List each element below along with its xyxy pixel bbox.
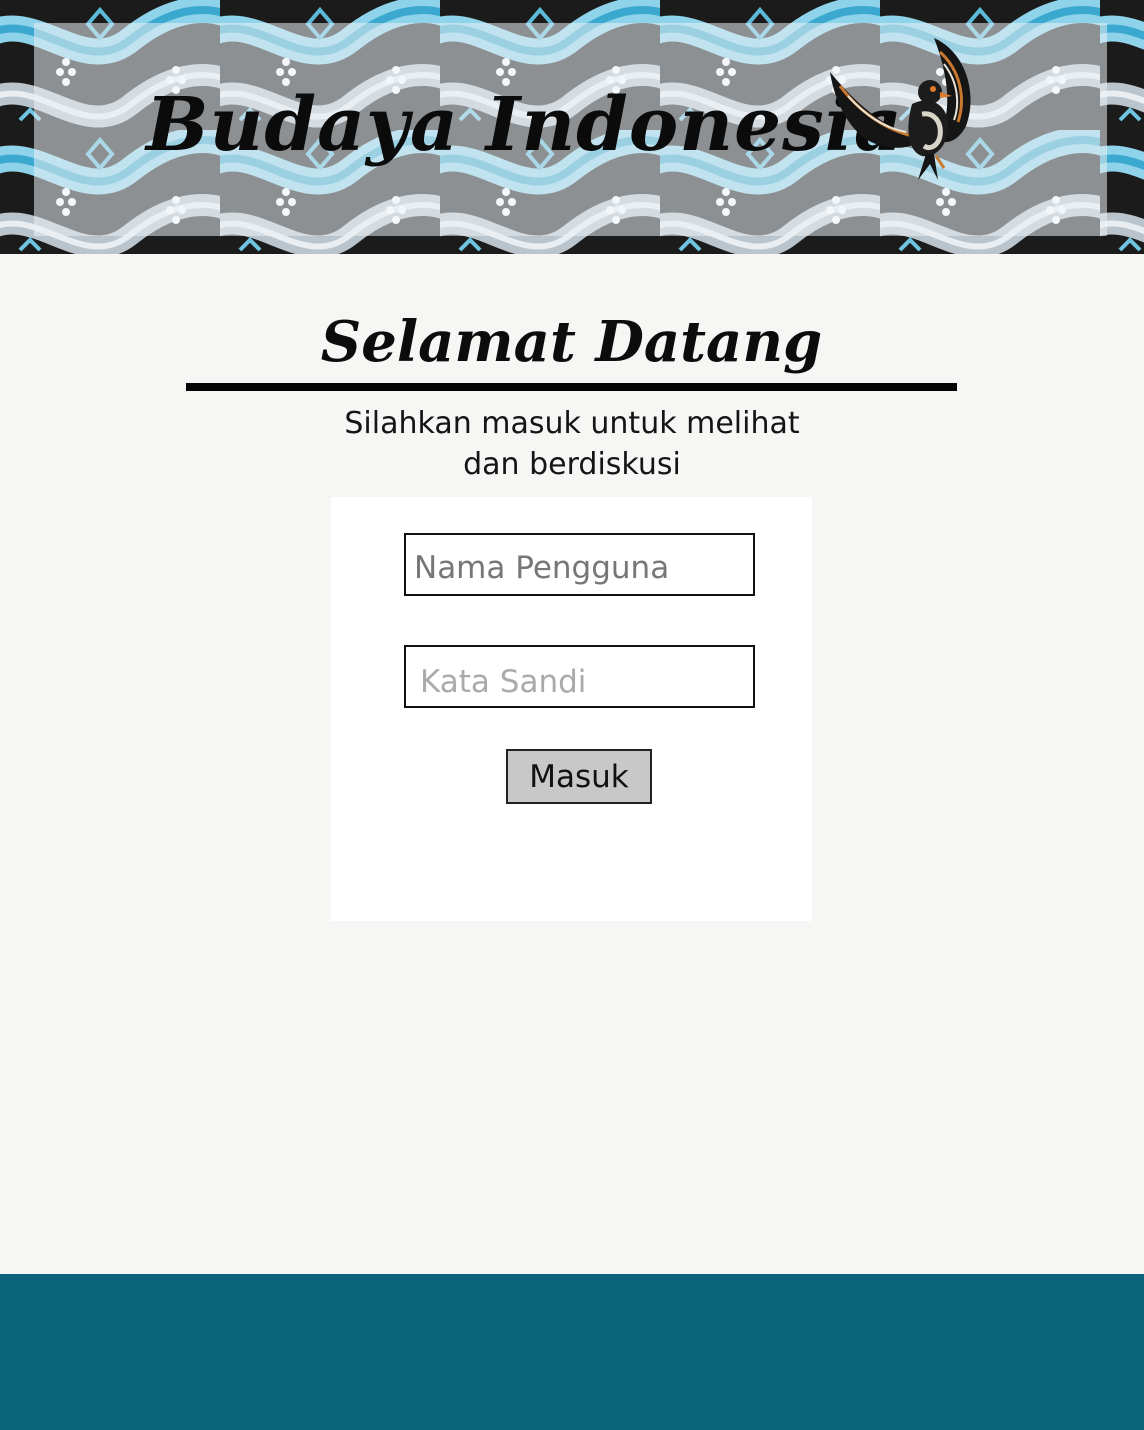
username-input[interactable] xyxy=(404,533,755,596)
heading-divider xyxy=(186,383,957,391)
welcome-heading: Selamat Datang xyxy=(320,309,823,375)
subtitle-line-1: Silahkan masuk untuk melihat xyxy=(344,406,800,441)
site-title: Budaya Indonesia xyxy=(146,82,903,168)
login-button[interactable]: Masuk xyxy=(506,749,652,804)
welcome-subtitle: Silahkan masuk untuk melihat dan berdisk… xyxy=(300,403,844,485)
subtitle-line-2: dan berdiskusi xyxy=(463,447,681,482)
password-input[interactable] xyxy=(404,645,755,708)
garuda-bird-icon xyxy=(830,38,971,180)
site-footer xyxy=(0,1274,1144,1430)
site-header: Budaya Indonesia xyxy=(0,0,1144,254)
login-form: Masuk xyxy=(331,497,812,921)
